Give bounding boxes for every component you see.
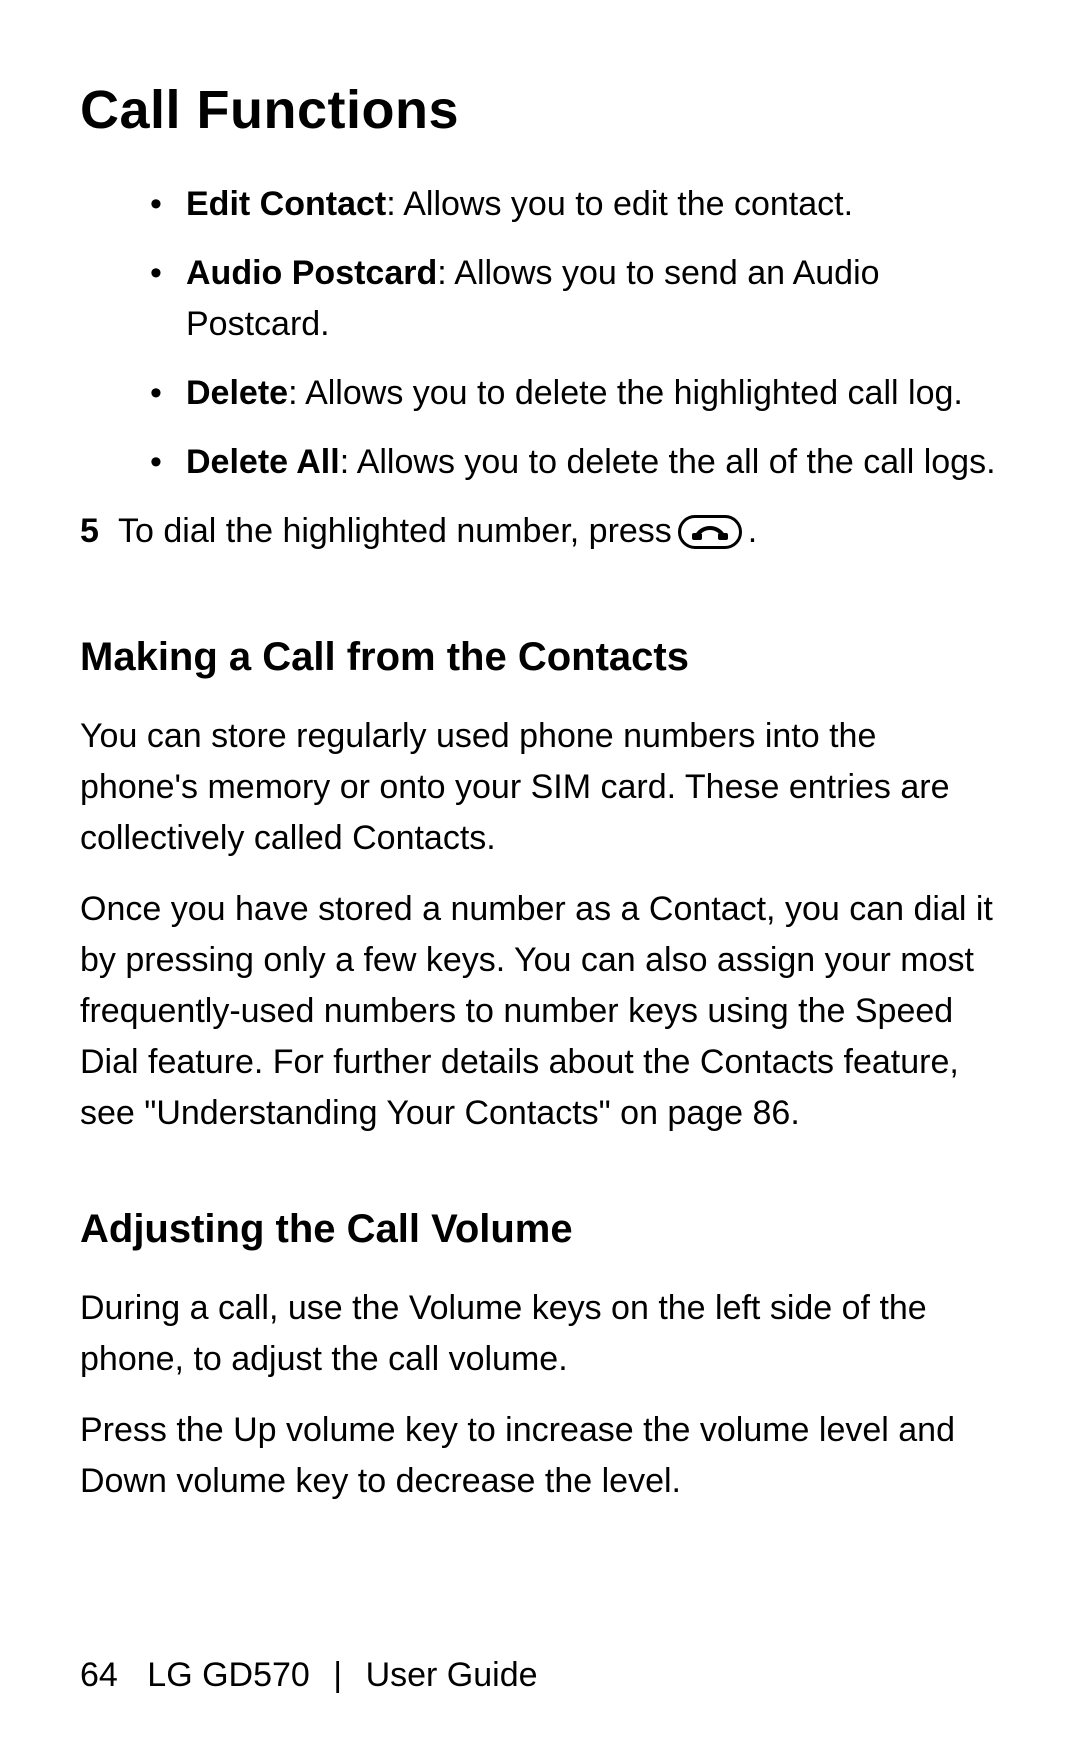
list-item: Audio Postcard: Allows you to send an Au… (150, 248, 1000, 350)
paragraph: You can store regularly used phone numbe… (80, 711, 1000, 864)
page-number: 64 (80, 1656, 118, 1694)
term: Delete All (186, 443, 340, 481)
section-making-call: Making a Call from the Contacts You can … (80, 627, 1000, 1139)
paragraph: Press the Up volume key to increase the … (80, 1405, 1000, 1507)
cross-reference: Understanding Your Contacts (156, 1094, 598, 1132)
call-key-icon (678, 515, 742, 549)
manual-page: Call Functions Edit Contact: Allows you … (0, 0, 1080, 1761)
step-before: To dial the highlighted number, press (118, 506, 672, 557)
page-footer: 64 LG GD570 | User Guide (80, 1650, 538, 1701)
step-text: To dial the highlighted number, press . (118, 506, 757, 557)
list-item: Delete: Allows you to delete the highlig… (150, 368, 1000, 419)
list-item: Edit Contact: Allows you to edit the con… (150, 179, 1000, 230)
guide-label: User Guide (366, 1656, 538, 1694)
page-title: Call Functions (80, 70, 1000, 151)
paragraph: Once you have stored a number as a Conta… (80, 884, 1000, 1139)
model-name: LG GD570 (147, 1656, 310, 1694)
section-heading: Adjusting the Call Volume (80, 1199, 1000, 1259)
section-adjusting-volume: Adjusting the Call Volume During a call,… (80, 1199, 1000, 1507)
separator: | (333, 1656, 342, 1694)
desc: : Allows you to delete the all of the ca… (340, 443, 996, 481)
term: Audio Postcard (186, 254, 437, 292)
step-after: . (748, 506, 757, 557)
list-item: Delete All: Allows you to delete the all… (150, 437, 1000, 488)
step-5: 5 To dial the highlighted number, press … (80, 506, 1000, 557)
term: Delete (186, 374, 288, 412)
text: " on page 86. (599, 1094, 800, 1132)
paragraph: During a call, use the Volume keys on th… (80, 1283, 1000, 1385)
section-heading: Making a Call from the Contacts (80, 627, 1000, 687)
feature-list: Edit Contact: Allows you to edit the con… (80, 179, 1000, 488)
term: Edit Contact (186, 185, 386, 223)
desc: : Allows you to delete the highlighted c… (288, 374, 963, 412)
step-number: 5 (80, 506, 112, 557)
desc: : Allows you to edit the contact. (386, 185, 853, 223)
